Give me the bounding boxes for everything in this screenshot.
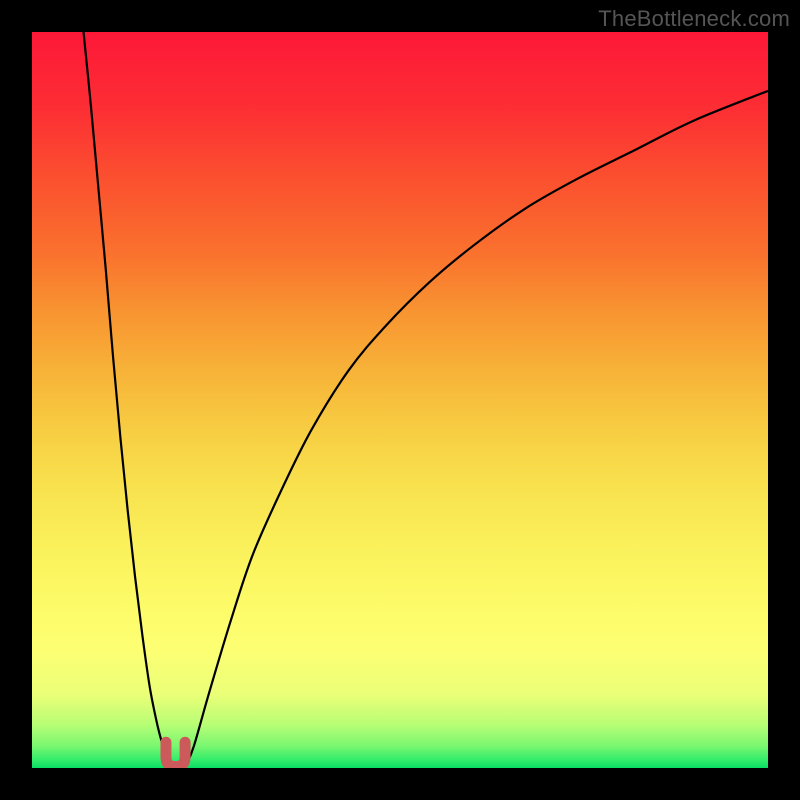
chart-svg <box>32 32 768 768</box>
optimal-marker <box>166 742 185 766</box>
plot-area <box>32 32 768 768</box>
chart-frame: TheBottleneck.com <box>0 0 800 800</box>
watermark-label: TheBottleneck.com <box>598 6 790 32</box>
curve-right <box>185 91 768 768</box>
curve-left <box>84 32 166 768</box>
